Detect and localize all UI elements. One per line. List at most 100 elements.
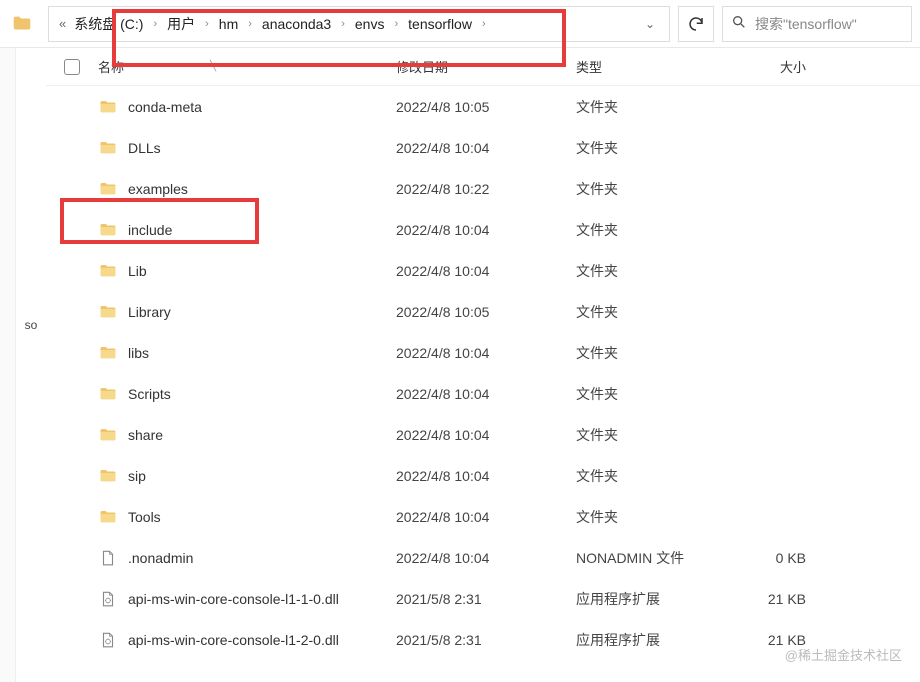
table-row[interactable]: sip 2022/4/8 10:04 文件夹 xyxy=(46,455,920,496)
file-name: api-ms-win-core-console-l1-2-0.dll xyxy=(128,632,339,648)
file-type: 文件夹 xyxy=(576,384,726,404)
file-type: 应用程序扩展 xyxy=(576,630,726,650)
breadcrumb-overflow-icon[interactable]: « xyxy=(59,16,66,31)
table-row[interactable]: DLLs 2022/4/8 10:04 文件夹 xyxy=(46,127,920,168)
file-size: 0 KB xyxy=(726,550,826,566)
breadcrumb-item[interactable]: envs xyxy=(351,14,389,34)
file-name: share xyxy=(128,427,163,443)
file-type: 文件夹 xyxy=(576,138,726,158)
file-date: 2022/4/8 10:04 xyxy=(396,468,576,484)
file-name: conda-meta xyxy=(128,99,202,115)
column-size[interactable]: 大小 xyxy=(726,57,826,76)
file-date: 2022/4/8 10:04 xyxy=(396,263,576,279)
breadcrumb[interactable]: « 系统盘 (C:) › 用户 › hm › anaconda3 › envs › ten… xyxy=(48,6,670,42)
chevron-right-icon[interactable]: › xyxy=(341,18,345,30)
folder-icon xyxy=(98,344,118,362)
file-name: examples xyxy=(128,181,188,197)
folder-icon xyxy=(98,385,118,403)
chevron-right-icon[interactable]: › xyxy=(153,18,157,30)
file-date: 2022/4/8 10:04 xyxy=(396,427,576,443)
file-name: Scripts xyxy=(128,386,171,402)
table-row[interactable]: .nonadmin 2022/4/8 10:04 NONADMIN 文件 0 K… xyxy=(46,537,920,578)
chevron-down-icon[interactable]: ⌄ xyxy=(637,17,663,31)
file-name: Tools xyxy=(128,509,161,525)
table-row[interactable]: libs 2022/4/8 10:04 文件夹 xyxy=(46,332,920,373)
file-type: 文件夹 xyxy=(576,179,726,199)
file-type: 文件夹 xyxy=(576,302,726,322)
table-row[interactable]: Tools 2022/4/8 10:04 文件夹 xyxy=(46,496,920,537)
refresh-button[interactable] xyxy=(678,6,714,42)
breadcrumb-item[interactable]: anaconda3 xyxy=(258,14,335,34)
chevron-right-icon[interactable]: › xyxy=(394,18,398,30)
select-all-checkbox[interactable] xyxy=(64,59,80,75)
table-row[interactable]: Lib 2022/4/8 10:04 文件夹 xyxy=(46,250,920,291)
file-date: 2021/5/8 2:31 xyxy=(396,591,576,607)
folder-icon xyxy=(98,221,118,239)
table-row[interactable]: api-ms-win-core-console-l1-1-0.dll 2021/… xyxy=(46,578,920,619)
file-date: 2022/4/8 10:04 xyxy=(396,386,576,402)
file-name: Lib xyxy=(128,263,147,279)
column-type[interactable]: 类型 xyxy=(576,57,726,76)
file-date: 2022/4/8 10:04 xyxy=(396,345,576,361)
file-type: 文件夹 xyxy=(576,220,726,240)
breadcrumb-item[interactable]: hm xyxy=(215,14,242,34)
table-row[interactable]: include 2022/4/8 10:04 文件夹 xyxy=(46,209,920,250)
file-type: 文件夹 xyxy=(576,343,726,363)
table-row[interactable]: share 2022/4/8 10:04 文件夹 xyxy=(46,414,920,455)
column-headers: 名称╲ 修改日期 类型 大小 xyxy=(46,48,920,86)
chevron-right-icon[interactable]: › xyxy=(248,18,252,30)
folder-icon xyxy=(98,262,118,280)
chevron-right-icon[interactable]: › xyxy=(482,18,486,30)
search-placeholder: 搜索"tensorflow" xyxy=(755,14,857,34)
file-type: 文件夹 xyxy=(576,261,726,281)
toolbar: « 系统盘 (C:) › 用户 › hm › anaconda3 › envs › ten… xyxy=(0,0,920,48)
file-type: 应用程序扩展 xyxy=(576,589,726,609)
file-name: .nonadmin xyxy=(128,550,193,566)
folder-icon xyxy=(98,139,118,157)
table-row[interactable]: examples 2022/4/8 10:22 文件夹 xyxy=(46,168,920,209)
file-date: 2022/4/8 10:04 xyxy=(396,509,576,525)
file-date: 2021/5/8 2:31 xyxy=(396,632,576,648)
left-gutter xyxy=(0,48,16,682)
file-name: Library xyxy=(128,304,171,320)
file-date: 2022/4/8 10:05 xyxy=(396,304,576,320)
breadcrumb-item[interactable]: 系统盘 (C:) xyxy=(70,12,147,36)
table-row[interactable]: conda-meta 2022/4/8 10:05 文件夹 xyxy=(46,86,920,127)
breadcrumb-item[interactable]: tensorflow xyxy=(404,14,476,34)
file-type: 文件夹 xyxy=(576,97,726,117)
file-type: 文件夹 xyxy=(576,425,726,445)
file-type: NONADMIN 文件 xyxy=(576,548,726,568)
file-type: 文件夹 xyxy=(576,507,726,527)
file-icon xyxy=(98,549,118,567)
file-date: 2022/4/8 10:04 xyxy=(396,222,576,238)
file-name: include xyxy=(128,222,172,238)
sort-indicator-icon: ╲ xyxy=(210,61,216,72)
search-icon xyxy=(731,14,747,33)
column-name[interactable]: 名称╲ xyxy=(98,57,396,76)
dll-icon xyxy=(98,590,118,608)
folder-icon xyxy=(98,303,118,321)
watermark: @稀土掘金技术社区 xyxy=(785,645,902,664)
folder-icon xyxy=(98,98,118,116)
folder-icon xyxy=(98,426,118,444)
file-type: 文件夹 xyxy=(576,466,726,486)
file-list: 名称╲ 修改日期 类型 大小 conda-meta 2022/4/8 10:05… xyxy=(46,48,920,682)
file-date: 2022/4/8 10:04 xyxy=(396,140,576,156)
file-size: 21 KB xyxy=(726,591,826,607)
file-name: libs xyxy=(128,345,149,361)
column-date[interactable]: 修改日期 xyxy=(396,57,576,76)
file-name: api-ms-win-core-console-l1-1-0.dll xyxy=(128,591,339,607)
breadcrumb-item[interactable]: 用户 xyxy=(163,12,199,36)
folder-icon xyxy=(98,508,118,526)
chevron-right-icon[interactable]: › xyxy=(205,18,209,30)
search-input[interactable]: 搜索"tensorflow" xyxy=(722,6,912,42)
file-date: 2022/4/8 10:04 xyxy=(396,550,576,566)
file-name: sip xyxy=(128,468,146,484)
file-date: 2022/4/8 10:05 xyxy=(396,99,576,115)
table-row[interactable]: Scripts 2022/4/8 10:04 文件夹 xyxy=(46,373,920,414)
folder-nav-icon[interactable] xyxy=(8,10,36,38)
file-date: 2022/4/8 10:22 xyxy=(396,181,576,197)
table-row[interactable]: Library 2022/4/8 10:05 文件夹 xyxy=(46,291,920,332)
folder-icon xyxy=(98,467,118,485)
folder-icon xyxy=(98,180,118,198)
